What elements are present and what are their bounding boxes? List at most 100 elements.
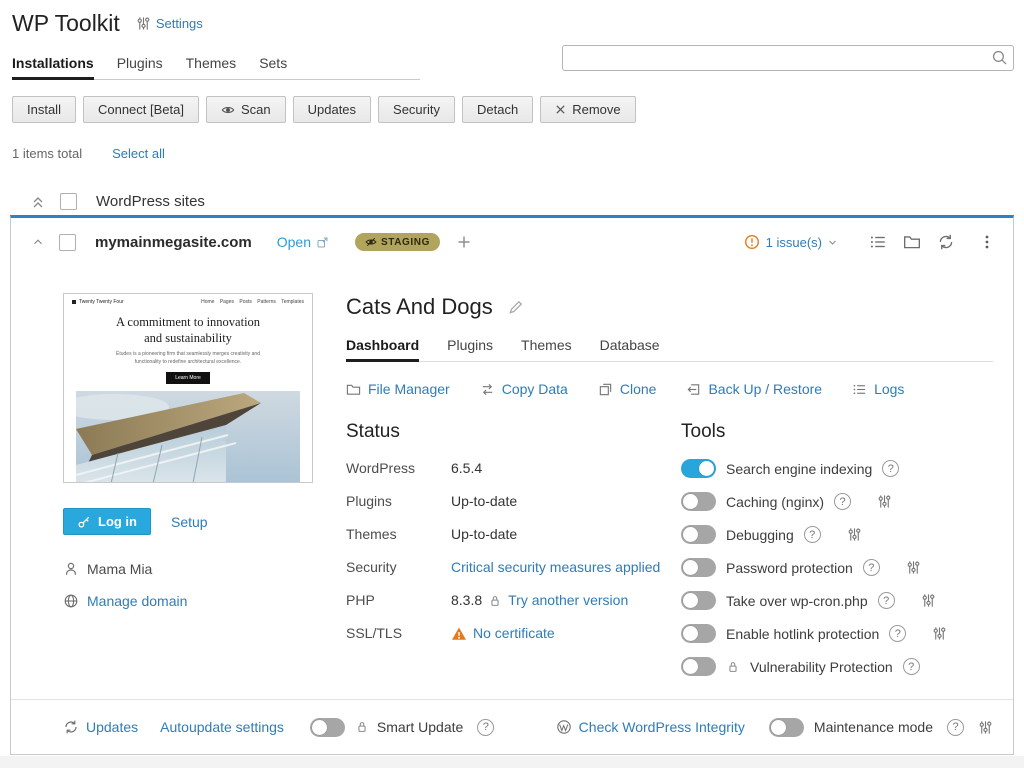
open-site-link[interactable]: Open — [277, 234, 329, 250]
tab-sets[interactable]: Sets — [259, 49, 287, 79]
sliders-icon[interactable] — [877, 494, 892, 509]
tab-database[interactable]: Database — [600, 333, 660, 361]
details-list-icon[interactable] — [867, 231, 889, 253]
sliders-icon[interactable] — [921, 593, 936, 608]
tab-plugins[interactable]: Plugins — [117, 49, 163, 79]
group-checkbox[interactable] — [60, 193, 77, 210]
edit-pencil-icon[interactable] — [507, 299, 524, 316]
refresh-icon[interactable] — [935, 231, 957, 253]
help-icon[interactable] — [902, 658, 920, 675]
site-card-body: Twenty Twenty Four Home Pages Posts Patt… — [63, 280, 993, 690]
preview-nav: Home Pages Posts Patterns Templates — [201, 299, 304, 305]
status-row-php: PHP 8.3.8 Try another version — [346, 591, 629, 610]
password-protection-toggle[interactable] — [681, 558, 716, 577]
scan-button[interactable]: Scan — [205, 96, 286, 123]
setup-link[interactable]: Setup — [171, 514, 208, 530]
tab-site-themes[interactable]: Themes — [521, 333, 572, 361]
sliders-icon[interactable] — [978, 720, 993, 735]
tab-installations[interactable]: Installations — [12, 49, 94, 80]
kebab-menu-icon[interactable] — [977, 232, 997, 252]
file-manager-link[interactable]: File Manager — [346, 381, 450, 397]
backup-restore-link[interactable]: Back Up / Restore — [686, 381, 822, 397]
try-another-version-link[interactable]: Try another version — [508, 591, 628, 610]
copy-data-link[interactable]: Copy Data — [480, 381, 568, 397]
status-row-ssl: SSL/TLS No certificate — [346, 624, 555, 643]
security-button[interactable]: Security — [378, 96, 455, 123]
help-icon[interactable] — [882, 460, 900, 477]
sliders-icon[interactable] — [932, 626, 947, 641]
help-icon[interactable] — [889, 625, 907, 642]
remove-button[interactable]: Remove — [540, 96, 636, 123]
items-total: 1 items total — [12, 146, 83, 161]
user-icon — [63, 561, 79, 577]
help-icon[interactable] — [862, 559, 880, 576]
help-icon[interactable] — [877, 592, 895, 609]
owner-name: Mama Mia — [87, 561, 153, 577]
no-certificate-link[interactable]: No certificate — [473, 624, 555, 643]
site-left-column: Twenty Twenty Four Home Pages Posts Patt… — [63, 280, 313, 690]
sliders-icon[interactable] — [906, 560, 921, 575]
tab-themes[interactable]: Themes — [186, 49, 237, 79]
tools-heading: Tools — [681, 421, 726, 442]
collapse-all-icon[interactable] — [30, 194, 46, 210]
search-indexing-toggle[interactable] — [681, 459, 716, 478]
collapse-icon[interactable] — [31, 235, 45, 249]
help-icon[interactable] — [477, 718, 495, 736]
autoupdate-settings-link[interactable]: Autoupdate settings — [160, 719, 284, 735]
clone-link[interactable]: Clone — [598, 381, 656, 397]
status-row-security: Security Critical security measures appl… — [346, 558, 661, 577]
wp-toolkit-screen: WP Toolkit Settings Installations Plugin… — [0, 0, 1024, 768]
preview-body-text: Études is a pioneering firm that seamles… — [116, 351, 260, 365]
tool-search-engine-indexing: Search engine indexing — [681, 459, 993, 478]
toolbar: Install Connect [Beta] Scan Updates Secu… — [12, 96, 1012, 123]
updates-button[interactable]: Updates — [292, 96, 372, 123]
status-row-themes: Themes Up-to-date — [346, 526, 518, 542]
wp-cron-toggle[interactable] — [681, 591, 716, 610]
security-measures-link[interactable]: Critical security measures applied — [451, 558, 660, 577]
site-checkbox[interactable] — [59, 233, 76, 251]
folder-view-icon[interactable] — [901, 231, 923, 253]
smart-update-toggle[interactable] — [309, 717, 345, 737]
help-icon[interactable] — [947, 718, 964, 736]
wordpress-icon — [556, 719, 572, 735]
detach-button[interactable]: Detach — [462, 96, 534, 123]
debugging-toggle[interactable] — [681, 525, 716, 544]
hotlink-protection-toggle[interactable] — [681, 624, 716, 643]
select-all-link[interactable]: Select all — [112, 146, 165, 161]
issues-dropdown[interactable]: 1 issue(s) — [744, 234, 837, 250]
settings-label: Settings — [155, 16, 203, 31]
install-button[interactable]: Install — [12, 96, 76, 123]
tab-site-plugins[interactable]: Plugins — [447, 333, 493, 361]
sliders-icon[interactable] — [847, 527, 862, 542]
sliders-icon — [136, 16, 151, 31]
logs-link[interactable]: Logs — [852, 381, 904, 397]
lock-icon — [355, 720, 369, 734]
help-icon[interactable] — [834, 493, 852, 510]
manage-domain-link[interactable]: Manage domain — [87, 593, 187, 609]
updates-link[interactable]: Updates — [63, 719, 138, 735]
add-label-icon[interactable] — [456, 234, 472, 250]
login-button[interactable]: Log in — [63, 508, 151, 535]
connect-button[interactable]: Connect [Beta] — [82, 96, 199, 123]
action-links: File Manager Copy Data Clone Back Up / R… — [346, 381, 993, 397]
status-row-plugins: Plugins Up-to-date — [346, 493, 518, 509]
external-link-icon — [316, 236, 329, 249]
eye-slash-icon — [365, 236, 377, 248]
check-integrity-link[interactable]: Check WordPress Integrity — [556, 719, 745, 735]
tab-dashboard[interactable]: Dashboard — [346, 333, 420, 362]
help-icon[interactable] — [803, 526, 821, 543]
chevron-down-icon — [828, 238, 837, 247]
settings-link[interactable]: Settings — [136, 16, 203, 31]
globe-icon — [63, 593, 79, 609]
caching-toggle[interactable] — [681, 492, 716, 511]
sync-icon — [480, 382, 495, 397]
search-input[interactable] — [562, 45, 1014, 71]
manage-domain-row: Manage domain — [63, 593, 313, 609]
search-icon[interactable] — [991, 49, 1008, 66]
site-tabs: Dashboard Plugins Themes Database — [346, 333, 993, 362]
vulnerability-protection-toggle[interactable] — [681, 657, 716, 676]
site-preview-thumbnail[interactable]: Twenty Twenty Four Home Pages Posts Patt… — [63, 293, 313, 483]
maintenance-mode-toggle[interactable] — [768, 717, 804, 737]
status-section: Status WordPress 6.5.4 Plugins Up-to-dat… — [346, 421, 661, 690]
staging-badge: STAGING — [354, 233, 440, 251]
